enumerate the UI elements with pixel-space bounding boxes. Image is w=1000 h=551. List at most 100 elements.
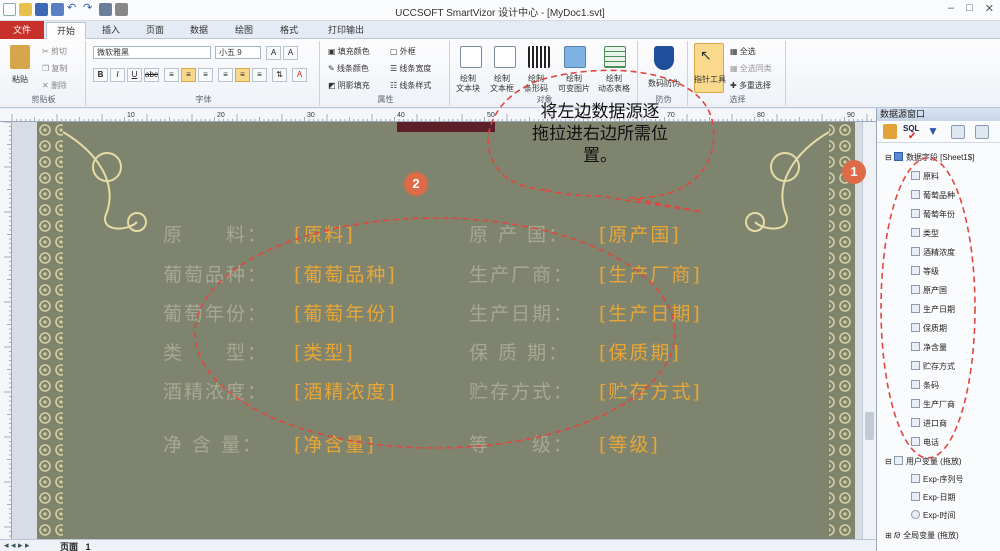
field-production-date[interactable]: [生产日期]	[599, 299, 702, 326]
valign-top-button[interactable]: ≡	[218, 68, 233, 82]
field-net-content[interactable]: [净含量]	[294, 430, 376, 457]
pointer-tool-button[interactable]: 指针工具	[694, 74, 726, 85]
field-item[interactable]: 生产日期	[911, 304, 955, 315]
field-item[interactable]: 原料	[911, 171, 939, 182]
page-tab[interactable]: 页面 1	[60, 540, 91, 551]
minimize-button[interactable]: –	[948, 2, 954, 15]
scrollbar-thumb[interactable]	[865, 412, 874, 440]
draw-barcode-button[interactable]: 绘制 条形码	[524, 74, 548, 94]
field-item[interactable]: 葡萄品种	[911, 190, 955, 201]
field-item[interactable]: 等级	[911, 266, 939, 277]
field-vintage[interactable]: [葡萄年份]	[294, 299, 397, 326]
line-color-button[interactable]: ✎ 线条颜色	[328, 63, 369, 74]
user-var-item[interactable]: Exp-日期	[911, 492, 955, 503]
paste-icon[interactable]	[10, 45, 30, 69]
field-item[interactable]: 原产国	[911, 285, 947, 296]
field-item[interactable]: 保质期	[911, 323, 947, 334]
field-alcohol[interactable]: [酒精浓度]	[294, 377, 397, 404]
copy-button[interactable]: ❐ 复制	[42, 63, 67, 74]
field-item[interactable]: 生产厂商	[911, 399, 955, 410]
underline-button[interactable]: U	[127, 68, 142, 82]
fill-color-button[interactable]: ▣ 填充颜色	[328, 46, 370, 57]
filter-icon[interactable]: ▼	[927, 124, 939, 138]
shield-icon[interactable]	[654, 46, 674, 70]
field-item[interactable]: 电话	[911, 437, 939, 448]
tab-page[interactable]: 页面	[136, 22, 174, 39]
shrink-font-button[interactable]: A	[283, 46, 298, 60]
align-center-button[interactable]: ≡	[181, 68, 196, 82]
frame-button[interactable]: ▢ 外框	[390, 46, 416, 57]
line-style-button[interactable]: ☷ 线条样式	[390, 80, 431, 91]
font-size-select[interactable]: 小五 9	[215, 46, 261, 59]
field-type[interactable]: [类型]	[294, 338, 355, 365]
tab-data[interactable]: 数据	[180, 22, 218, 39]
tree-root-fields[interactable]: ⊟ 数据字段 [Sheet1$]	[885, 152, 974, 163]
user-var-item[interactable]: Exp-时间	[911, 510, 955, 521]
field-item[interactable]: 条码	[911, 380, 939, 391]
align-left-button[interactable]: ≡	[164, 68, 179, 82]
grow-font-button[interactable]: A	[266, 46, 281, 60]
tab-insert[interactable]: 插入	[92, 22, 130, 39]
tree-global-variables[interactable]: ⊞ f∂ 全局变量 (拖放)	[885, 530, 959, 541]
field-item[interactable]: 酒精浓度	[911, 247, 955, 258]
field-country[interactable]: [原产国]	[599, 220, 681, 247]
line-spacing-button[interactable]: ⇅	[272, 68, 287, 82]
shadow-fill-button[interactable]: ◩ 阴影填充	[328, 80, 370, 91]
strikethrough-button[interactable]: abc	[144, 68, 159, 82]
italic-button[interactable]: I	[110, 68, 125, 82]
text-block-icon[interactable]	[460, 46, 482, 68]
sort-az-icon[interactable]	[951, 125, 965, 139]
expand-icon[interactable]: ⊞	[885, 531, 892, 540]
refresh-fields-icon[interactable]	[975, 125, 989, 139]
collapse-icon[interactable]: ⊟	[885, 457, 892, 466]
delete-button[interactable]: ✕ 删除	[42, 80, 67, 91]
table-icon[interactable]	[604, 46, 626, 68]
valign-bottom-button[interactable]: ≡	[252, 68, 267, 82]
field-item[interactable]: 进口商	[911, 418, 947, 429]
vertical-scrollbar[interactable]	[862, 122, 876, 539]
draw-image-button[interactable]: 绘制 可变图片	[558, 74, 590, 94]
field-grade[interactable]: [等级]	[599, 430, 660, 457]
user-var-item[interactable]: Exp-序列号	[911, 474, 963, 485]
field-item[interactable]: 类型	[911, 228, 939, 239]
select-same-button[interactable]: ▦ 全选同类	[730, 63, 772, 74]
font-color-button[interactable]: A	[292, 68, 307, 82]
maximize-button[interactable]: □	[966, 2, 973, 15]
select-all-button[interactable]: ▦ 全选	[730, 46, 756, 57]
field-item[interactable]: 贮存方式	[911, 361, 955, 372]
field-item[interactable]: 净含量	[911, 342, 947, 353]
draw-text-frame-button[interactable]: 绘制 文本框	[490, 74, 514, 94]
tab-home[interactable]: 开始	[46, 22, 87, 39]
draw-text-block-button[interactable]: 绘制 文本块	[456, 74, 480, 94]
font-family-select[interactable]: 微软雅黑	[93, 46, 211, 59]
valign-middle-button[interactable]: ≡	[235, 68, 250, 82]
page-nav-arrows[interactable]: ◂ ◂ ▸ ▸	[4, 540, 30, 551]
connect-db-icon[interactable]	[883, 124, 897, 139]
tree-user-variables[interactable]: ⊟ 用户变量 (拖放)	[885, 456, 962, 467]
image-icon[interactable]	[564, 46, 586, 68]
barcode-icon[interactable]	[528, 46, 550, 68]
align-right-button[interactable]: ≡	[198, 68, 213, 82]
tab-format[interactable]: 格式	[270, 22, 308, 39]
collapse-icon[interactable]: ⊟	[885, 153, 892, 162]
close-button[interactable]: ✕	[985, 2, 994, 15]
field-item[interactable]: 葡萄年份	[911, 209, 955, 220]
design-canvas[interactable]: 原 料： [原料] 原 产 国： [原产国] 葡萄品种： [葡萄品种] 生产厂商…	[12, 122, 862, 539]
check-icon[interactable]: ✔	[908, 131, 916, 142]
field-grape-variety[interactable]: [葡萄品种]	[294, 260, 397, 287]
field-origin-material[interactable]: [原料]	[294, 220, 355, 247]
draw-table-button[interactable]: 绘制 动态表格	[598, 74, 630, 94]
text-frame-icon[interactable]	[494, 46, 516, 68]
field-manufacturer[interactable]: [生产厂商]	[599, 260, 702, 287]
multi-select-button[interactable]: ✚ 多重选择	[730, 80, 771, 91]
bold-button[interactable]: B	[93, 68, 108, 82]
cut-button[interactable]: ✂ 剪切	[42, 46, 67, 57]
field-shelf-life[interactable]: [保质期]	[599, 338, 681, 365]
line-width-button[interactable]: ☰ 线条宽度	[390, 63, 431, 74]
paste-button[interactable]: 粘贴	[12, 74, 28, 85]
tab-draw[interactable]: 绘图	[225, 22, 263, 39]
anti-fake-button[interactable]: 数码防伪	[648, 78, 680, 89]
tab-file[interactable]: 文件	[0, 21, 44, 39]
tab-print-output[interactable]: 打印输出	[318, 22, 374, 39]
field-storage[interactable]: [贮存方式]	[599, 377, 702, 404]
